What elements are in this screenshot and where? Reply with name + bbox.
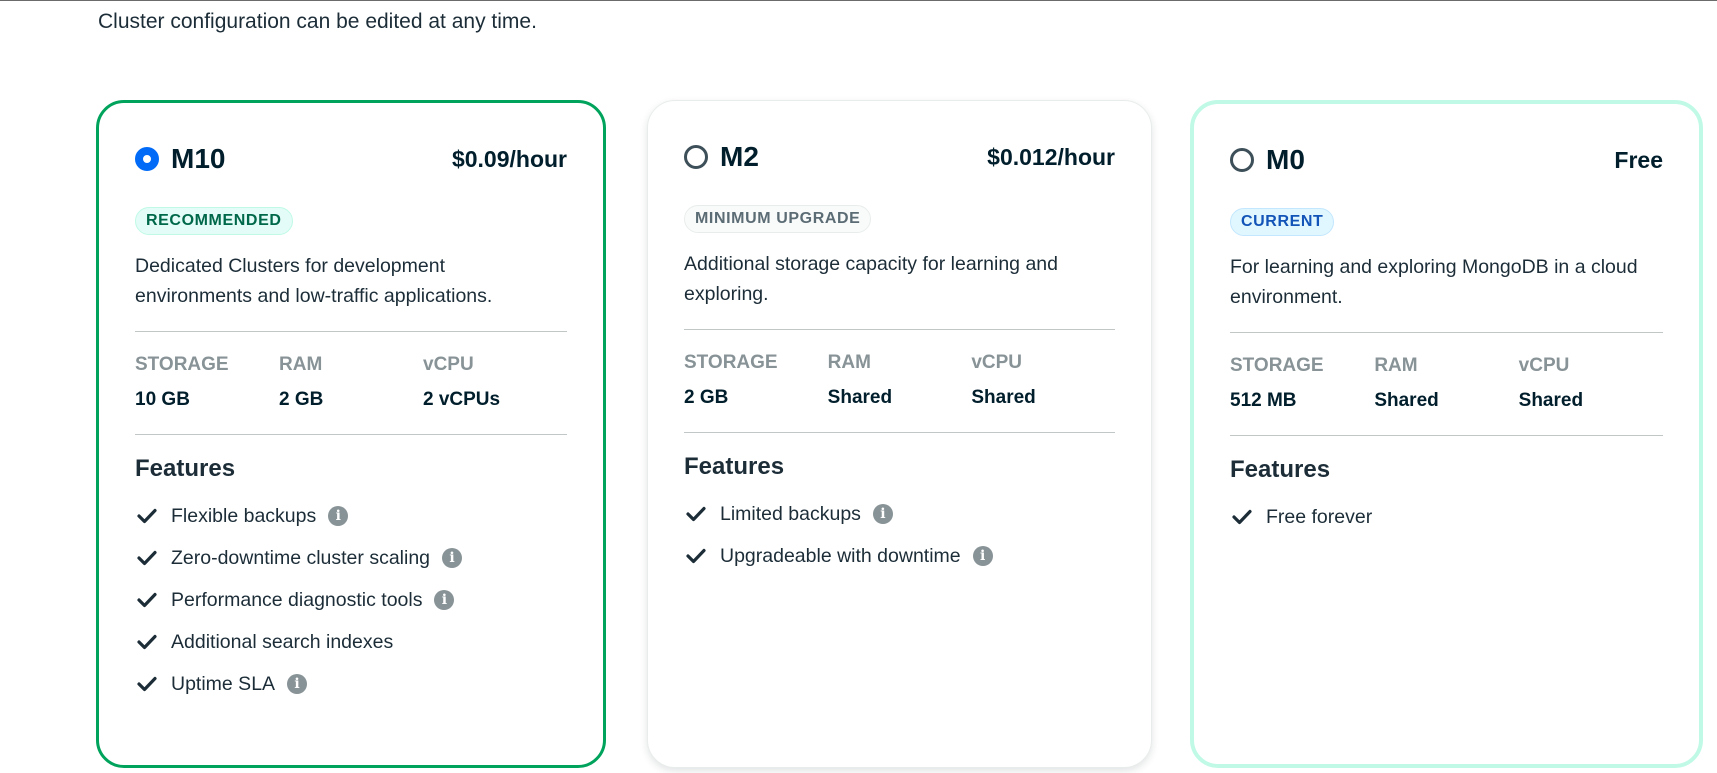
ram-label: RAM xyxy=(279,354,323,375)
divider xyxy=(135,331,567,332)
info-icon[interactable]: i xyxy=(287,674,308,694)
tier-name: M2 xyxy=(720,141,759,172)
checkmark-icon xyxy=(1230,505,1254,529)
tier-price: $0.012/hour xyxy=(987,143,1115,170)
feature-label: Zero-downtime cluster scaling xyxy=(171,546,431,569)
tier-price: Free xyxy=(1614,146,1663,173)
feature-list: Limited backups i Upgradeable with downt… xyxy=(684,493,1115,577)
feature-label: Free forever xyxy=(1266,505,1373,528)
vcpu-value: 2 vCPUs xyxy=(423,389,501,410)
vcpu-label: vCPU xyxy=(971,352,1023,373)
checkmark-icon xyxy=(684,502,708,526)
ram-label: RAM xyxy=(827,352,871,373)
checkmark-icon xyxy=(135,588,159,612)
tier-card-m10[interactable]: M10 $0.09/hour RECOMMENDED Dedicated Clu… xyxy=(96,100,606,768)
feature-item: Additional search indexes xyxy=(135,621,567,663)
divider xyxy=(684,329,1115,330)
feature-label: Upgradeable with downtime xyxy=(720,544,961,567)
ram-value: 2 GB xyxy=(279,389,324,410)
features-heading: Features xyxy=(1230,456,1331,483)
feature-label: Flexible backups xyxy=(171,504,317,527)
info-icon[interactable]: i xyxy=(972,546,993,566)
features-heading: Features xyxy=(135,455,236,482)
storage-label: STORAGE xyxy=(684,352,778,373)
feature-label: Performance diagnostic tools xyxy=(171,588,423,611)
vcpu-label: vCPU xyxy=(1518,355,1570,376)
tier-description: Dedicated Clusters for development envir… xyxy=(135,255,493,307)
spec-grid: STORAGE 2 GB RAM Shared vCPU Shared xyxy=(684,352,1115,422)
tier-radio-m2[interactable]: M2 xyxy=(684,141,759,173)
feature-item: Zero-downtime cluster scaling i xyxy=(135,537,567,579)
feature-item: Free forever xyxy=(1230,496,1663,538)
divider xyxy=(684,432,1115,433)
storage-value: 10 GB xyxy=(135,389,190,410)
radio-selected-icon[interactable] xyxy=(135,147,159,171)
minimum-upgrade-badge: MINIMUM UPGRADE xyxy=(684,205,872,233)
checkmark-icon xyxy=(135,504,159,528)
divider xyxy=(1230,332,1663,333)
storage-label: STORAGE xyxy=(135,354,229,375)
tier-price: $0.09/hour xyxy=(451,145,567,172)
feature-label: Additional search indexes xyxy=(171,630,394,653)
storage-label: STORAGE xyxy=(1230,355,1324,376)
feature-label: Limited backups xyxy=(720,502,861,525)
current-badge: CURRENT xyxy=(1230,208,1335,236)
spec-grid: STORAGE 10 GB RAM 2 GB vCPU 2 vCPUs xyxy=(135,354,567,424)
vcpu-label: vCPU xyxy=(423,354,474,375)
intro-text: Cluster configuration can be edited at a… xyxy=(98,10,537,33)
radio-unselected-icon[interactable] xyxy=(684,145,708,169)
ram-value: Shared xyxy=(1374,390,1439,411)
checkmark-icon xyxy=(135,630,159,654)
storage-value: 512 MB xyxy=(1230,390,1297,411)
tier-name: M0 xyxy=(1266,144,1305,175)
vcpu-value: Shared xyxy=(1518,390,1584,411)
divider xyxy=(1230,435,1663,436)
info-icon[interactable]: i xyxy=(434,590,455,610)
feature-item: Flexible backups i xyxy=(135,495,567,537)
feature-list: Free forever xyxy=(1230,496,1663,538)
info-icon[interactable]: i xyxy=(872,504,893,524)
tier-description: Additional storage capacity for learning… xyxy=(684,253,1058,305)
info-icon[interactable]: i xyxy=(442,548,463,568)
storage-value: 2 GB xyxy=(684,387,729,408)
feature-item: Limited backups i xyxy=(684,493,1115,535)
spec-grid: STORAGE 512 MB RAM Shared vCPU Shared xyxy=(1230,355,1663,425)
tier-description: For learning and exploring MongoDB in a … xyxy=(1230,256,1638,308)
recommended-badge: RECOMMENDED xyxy=(135,207,293,235)
top-divider xyxy=(0,0,1717,1)
feature-label: Uptime SLA xyxy=(171,672,276,695)
feature-item: Performance diagnostic tools i xyxy=(135,579,567,621)
feature-list: Flexible backups i Zero-downtime cluster… xyxy=(135,495,567,705)
vcpu-value: Shared xyxy=(971,387,1036,408)
divider xyxy=(135,434,567,435)
ram-value: Shared xyxy=(827,387,893,408)
features-heading: Features xyxy=(684,453,785,480)
tier-radio-m0[interactable]: M0 xyxy=(1230,144,1305,176)
checkmark-icon xyxy=(135,672,159,696)
info-icon[interactable]: i xyxy=(328,506,349,526)
checkmark-icon xyxy=(135,546,159,570)
radio-unselected-icon[interactable] xyxy=(1230,148,1254,172)
tier-radio-m10[interactable]: M10 xyxy=(135,143,225,175)
feature-item: Uptime SLA i xyxy=(135,663,567,705)
checkmark-icon xyxy=(684,544,708,568)
tier-card-m0[interactable]: M0 Free CURRENT For learning and explori… xyxy=(1190,100,1703,768)
tier-card-m2[interactable]: M2 $0.012/hour MINIMUM UPGRADE Additiona… xyxy=(647,100,1152,768)
feature-item: Upgradeable with downtime i xyxy=(684,535,1115,577)
tier-name: M10 xyxy=(171,143,226,174)
ram-label: RAM xyxy=(1374,355,1418,376)
